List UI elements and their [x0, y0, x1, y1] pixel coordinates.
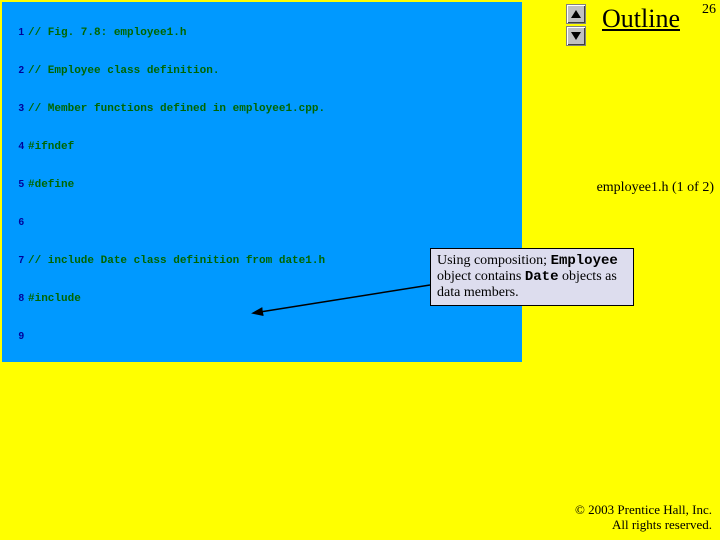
- nav-down-button[interactable]: [566, 26, 586, 46]
- triangle-down-icon: [571, 32, 581, 40]
- code-text: #define: [28, 178, 74, 192]
- code-listing: 1// Fig. 7.8: employee1.h 2// Employee c…: [2, 2, 522, 362]
- line-number: 6: [2, 216, 28, 230]
- line-number: 2: [2, 64, 28, 78]
- callout-code: Employee: [551, 253, 618, 269]
- outline-nav: [566, 4, 584, 48]
- callout-text: object contains: [437, 269, 525, 284]
- line-number: 3: [2, 102, 28, 116]
- code-text: // include Date class definition from da…: [28, 254, 325, 268]
- line-number: 4: [2, 140, 28, 154]
- page-number: 26: [702, 2, 716, 18]
- copyright-footer: © 2003 Prentice Hall, Inc. All rights re…: [575, 502, 712, 532]
- code-text: #include: [28, 292, 81, 306]
- line-number: 9: [2, 330, 28, 344]
- line-number: 7: [2, 254, 28, 268]
- line-number: 5: [2, 178, 28, 192]
- nav-up-button[interactable]: [566, 4, 586, 24]
- callout-code: Date: [525, 269, 559, 285]
- footer-line: © 2003 Prentice Hall, Inc.: [575, 502, 712, 517]
- slide: 1// Fig. 7.8: employee1.h 2// Employee c…: [0, 0, 720, 540]
- code-text: // Member functions defined in employee1…: [28, 102, 325, 116]
- callout-text: Using composition;: [437, 253, 551, 268]
- code-text: // Employee class definition.: [28, 64, 219, 78]
- triangle-up-icon: [571, 10, 581, 18]
- outline-title[interactable]: Outline: [602, 4, 680, 34]
- code-text: [28, 330, 35, 344]
- code-text: #ifndef: [28, 140, 74, 154]
- file-label: employee1.h (1 of 2): [597, 180, 714, 196]
- code-text: // Fig. 7.8: employee1.h: [28, 26, 186, 40]
- line-number: 1: [2, 26, 28, 40]
- code-text: [28, 216, 35, 230]
- line-number: 8: [2, 292, 28, 306]
- footer-line: All rights reserved.: [575, 517, 712, 532]
- callout-box: Using composition; Employee object conta…: [430, 248, 634, 306]
